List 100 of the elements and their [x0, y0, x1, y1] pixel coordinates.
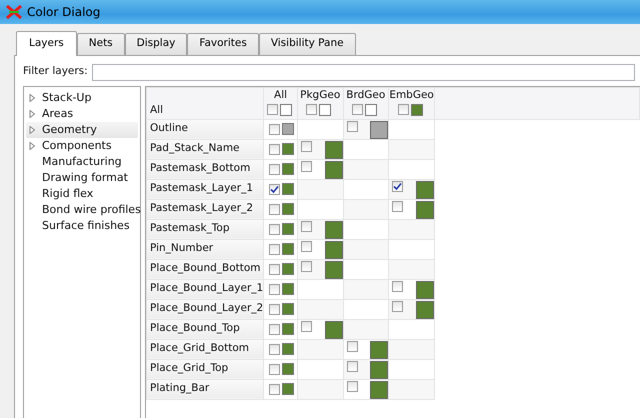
- color-swatch[interactable]: [282, 383, 294, 395]
- layer-name: Pastemask_Layer_1: [150, 182, 254, 194]
- checkbox[interactable]: [268, 204, 280, 214]
- tree-item[interactable]: Rigid flex: [42, 186, 94, 202]
- checkbox[interactable]: [346, 120, 358, 132]
- color-swatch[interactable]: [370, 360, 388, 378]
- checkbox[interactable]: [300, 140, 312, 152]
- layer-name: Pastemask_Layer_2: [150, 202, 254, 214]
- checkbox[interactable]: [300, 160, 312, 172]
- checkbox[interactable]: [268, 224, 280, 234]
- color-swatch[interactable]: [282, 263, 294, 275]
- layer-name: Plating_Bar: [150, 382, 210, 394]
- layer-name: Place_Bound_Bottom: [150, 262, 261, 274]
- color-swatch[interactable]: [282, 183, 294, 195]
- checkbox[interactable]: [268, 184, 280, 194]
- tab[interactable]: Display: [124, 33, 188, 55]
- checkbox[interactable]: [268, 364, 280, 374]
- checkbox[interactable]: [300, 320, 312, 332]
- color-swatch[interactable]: [282, 343, 294, 355]
- column-header: BrdGeo: [346, 88, 386, 101]
- layer-name: Place_Bound_Layer_2: [150, 302, 264, 314]
- color-swatch[interactable]: [282, 163, 294, 175]
- color-swatch[interactable]: [319, 104, 332, 116]
- checkbox[interactable]: [268, 284, 280, 294]
- checkbox[interactable]: [392, 300, 404, 312]
- color-swatch[interactable]: [364, 104, 377, 116]
- layer-name: Place_Bound_Top: [150, 322, 240, 334]
- color-swatch[interactable]: [282, 283, 294, 295]
- color-swatch[interactable]: [370, 340, 388, 358]
- layer-name: Place_Bound_Layer_1: [150, 282, 264, 294]
- checkbox[interactable]: [268, 144, 280, 154]
- checkbox[interactable]: [398, 104, 409, 115]
- checkbox[interactable]: [346, 340, 358, 352]
- color-swatch[interactable]: [324, 140, 343, 158]
- window-title: Color Dialog: [27, 4, 100, 21]
- color-swatch[interactable]: [324, 260, 343, 278]
- color-swatch[interactable]: [282, 223, 294, 235]
- color-swatch[interactable]: [324, 240, 343, 258]
- layer-name: Pin_Number: [150, 242, 214, 254]
- checkbox[interactable]: [266, 104, 278, 115]
- color-swatch[interactable]: [416, 300, 434, 318]
- color-swatch[interactable]: [324, 220, 343, 238]
- layer-name: Pastemask_Top: [150, 222, 230, 234]
- color-swatch[interactable]: [324, 320, 343, 338]
- filter-field[interactable]: [92, 64, 634, 81]
- color-swatch[interactable]: [282, 143, 294, 155]
- color-swatch[interactable]: [282, 203, 294, 215]
- color-swatch[interactable]: [324, 160, 343, 178]
- checkbox[interactable]: [346, 360, 358, 372]
- column-header: EmbGeo: [389, 88, 434, 101]
- checkbox[interactable]: [352, 104, 363, 115]
- color-swatch[interactable]: [282, 243, 294, 255]
- checkbox[interactable]: [268, 304, 280, 314]
- color-swatch[interactable]: [416, 180, 434, 198]
- color-swatch[interactable]: [282, 123, 294, 135]
- checkbox[interactable]: [346, 380, 358, 392]
- checkbox[interactable]: [268, 264, 280, 274]
- checkbox[interactable]: [300, 240, 312, 252]
- tab[interactable]: Layers: [16, 31, 77, 56]
- checkbox[interactable]: [268, 244, 280, 254]
- tree-item[interactable]: Areas: [42, 106, 74, 122]
- tree-item[interactable]: Drawing format: [42, 170, 128, 186]
- color-swatch[interactable]: [370, 380, 388, 398]
- color-swatch[interactable]: [416, 200, 434, 218]
- checkbox[interactable]: [392, 280, 404, 292]
- color-swatch[interactable]: [370, 120, 388, 138]
- color-swatch[interactable]: [410, 104, 423, 116]
- checkbox[interactable]: [268, 164, 280, 174]
- app-icon: [6, 5, 22, 19]
- column-header: PkgGeo: [300, 88, 340, 101]
- tab[interactable]: Favorites: [187, 33, 259, 55]
- color-swatch[interactable]: [282, 323, 294, 335]
- checkbox[interactable]: [392, 200, 404, 212]
- checkbox[interactable]: [392, 180, 404, 192]
- tree-item[interactable]: Bond wire profiles: [42, 202, 141, 218]
- tree-item[interactable]: Stack-Up: [42, 90, 92, 106]
- layer-name: Pad_Stack_Name: [150, 142, 240, 154]
- tree-item[interactable]: Components: [42, 138, 112, 154]
- layer-name: Pastemask_Bottom: [150, 162, 250, 174]
- color-swatch[interactable]: [282, 303, 294, 315]
- checkbox[interactable]: [268, 344, 280, 354]
- checkbox[interactable]: [268, 124, 280, 134]
- checkbox[interactable]: [300, 220, 312, 232]
- layer-name: Place_Grid_Bottom: [150, 342, 249, 354]
- color-swatch[interactable]: [282, 363, 294, 375]
- color-swatch[interactable]: [280, 104, 292, 116]
- row-header-label: All: [150, 104, 164, 116]
- tree-item[interactable]: Surface finishes: [42, 218, 130, 234]
- color-swatch[interactable]: [416, 280, 434, 298]
- checkbox[interactable]: [300, 260, 312, 272]
- filter-label: Filter layers:: [23, 64, 88, 80]
- tab[interactable]: Visibility Pane: [258, 33, 356, 55]
- layer-name: Outline: [150, 122, 188, 134]
- checkbox[interactable]: [268, 384, 280, 394]
- tree-item[interactable]: Manufacturing: [42, 154, 122, 170]
- layer-name: Place_Grid_Top: [150, 362, 228, 374]
- tab[interactable]: Nets: [76, 33, 125, 55]
- column-header: All: [274, 88, 288, 101]
- checkbox[interactable]: [268, 324, 280, 334]
- checkbox[interactable]: [306, 104, 318, 115]
